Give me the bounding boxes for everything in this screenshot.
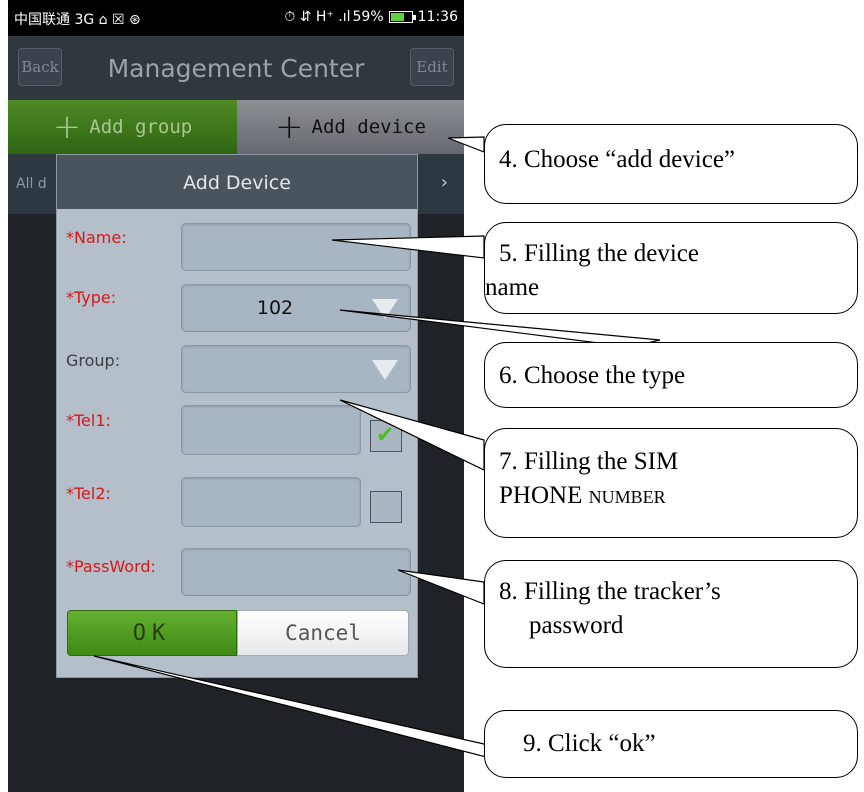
callout-5-line2: name [485, 274, 540, 301]
callout-7-line1: 7. Filling the SIM [499, 448, 679, 475]
callout-8: 8. Filling the tracker’s password [484, 560, 858, 668]
callout-7-line2: PHONE NUMBER [499, 479, 857, 514]
callout-9: 9. Click “ok” [484, 710, 858, 778]
callout-5-line1: 5. Filling the device [499, 240, 699, 267]
callout-6: 6. Choose the type [484, 342, 858, 408]
callout-7-line2-b: NUMBER [588, 487, 666, 507]
pointer-8 [397, 569, 485, 605]
pointer-5 [331, 235, 485, 259]
callout-8-line1: 8. Filling the tracker’s [499, 578, 721, 605]
callout-4-text: 4. Choose “add device” [499, 146, 736, 173]
callout-7-line2-a: PHONE [499, 482, 589, 509]
pointer-7 [339, 399, 485, 471]
pointer-4 [447, 136, 485, 153]
callout-6-text: 6. Choose the type [499, 362, 686, 389]
callout-5: 5. Filling the device name [484, 222, 858, 314]
callout-9-text: 9. Click “ok” [523, 730, 656, 757]
callout-7: 7. Filling the SIM PHONE NUMBER [484, 428, 858, 538]
callout-8-line2: password [529, 612, 624, 639]
pointer-9 [93, 655, 492, 759]
callout-4: 4. Choose “add device” [484, 124, 858, 204]
